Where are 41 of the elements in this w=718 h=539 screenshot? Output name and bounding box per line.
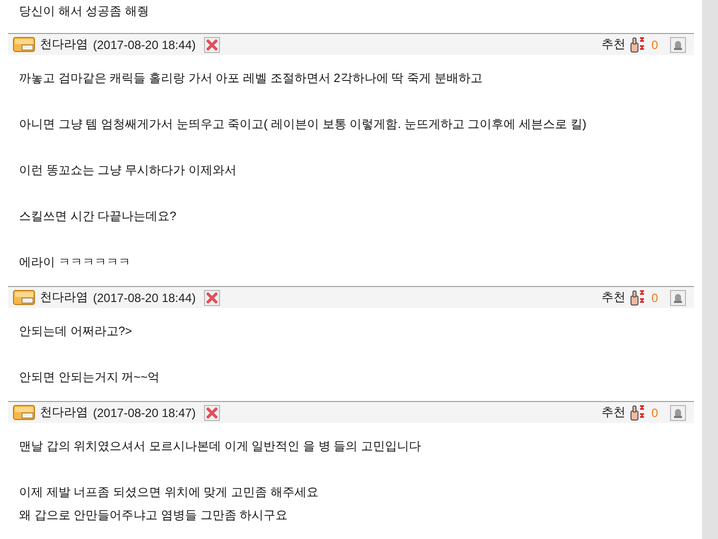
comment-text: 이제 제발 너프좀 되셨으면 위치에 맞게 고민좀 해주세요 [19,484,320,501]
comment-time: (2017-08-20 18:44) [93,290,196,304]
close-icon [206,38,218,50]
thumbs-up-icon[interactable] [630,36,646,52]
thumbs-up-icon[interactable] [630,404,646,420]
report-button[interactable] [670,404,686,420]
comment-text: 맨날 갑의 위치였으셔서 모르시나본데 이게 일반적인 을 병 들의 고민입니다 [19,438,422,455]
author-name: 천다라염 [40,289,88,306]
comment-text: 안되면 안되는거지 꺼~~억 [19,369,161,386]
delete-button[interactable] [204,404,220,420]
comment-time: (2017-08-20 18:47) [93,406,196,420]
comment-text: 당신이 해서 성공좀 해줭 [19,3,150,20]
level-badge-icon [13,290,35,305]
comment-text: 이런 똥꼬쇼는 그냥 무시하다가 이제와서 [19,162,238,179]
recommend-count: 0 [651,290,658,304]
recommend-label: 추천 [601,36,626,53]
level-badge-icon [13,405,35,420]
comment-text: 스킬쓰면 시간 다끝나는데요? [19,208,178,225]
close-icon [206,406,218,418]
author-name: 천다라염 [40,404,88,421]
siren-icon [673,292,683,302]
recommend-count: 0 [651,406,658,420]
report-button[interactable] [670,290,686,306]
recommend-label: 추천 [601,289,626,306]
recommend-label: 추천 [601,404,626,421]
siren-icon [673,40,683,50]
delete-button[interactable] [204,290,220,306]
comment-text: 아니면 그냥 템 엄청쌔게가서 눈띄우고 죽이고( 레이븐이 보통 이렇게함. 눈뜨게하고 그이후에 세븐스로 킬) [19,116,588,133]
recommend-count: 0 [651,38,658,52]
close-icon [206,292,218,304]
author-name: 천다라염 [40,36,88,53]
delete-button[interactable] [204,36,220,52]
comment-text: 안되는데 어쩌라고?> [19,323,134,340]
comment-text: 까놓고 검마같은 캐릭들 홀리랑 가서 아포 레벨 조절하면서 2각하나에 딱 죽게 분배하고 [19,70,484,87]
comment-text: 왜 갑으로 안만들어주냐고 염병들 그만좀 하시구요 [19,507,289,524]
comment-text: 에라이 ㅋㅋㅋㅋㅋㅋ [19,254,132,271]
report-button[interactable] [670,36,686,52]
level-badge-icon [13,37,35,52]
comment-time: (2017-08-20 18:44) [93,38,196,52]
thumbs-up-icon[interactable] [630,290,646,306]
siren-icon [673,408,683,418]
